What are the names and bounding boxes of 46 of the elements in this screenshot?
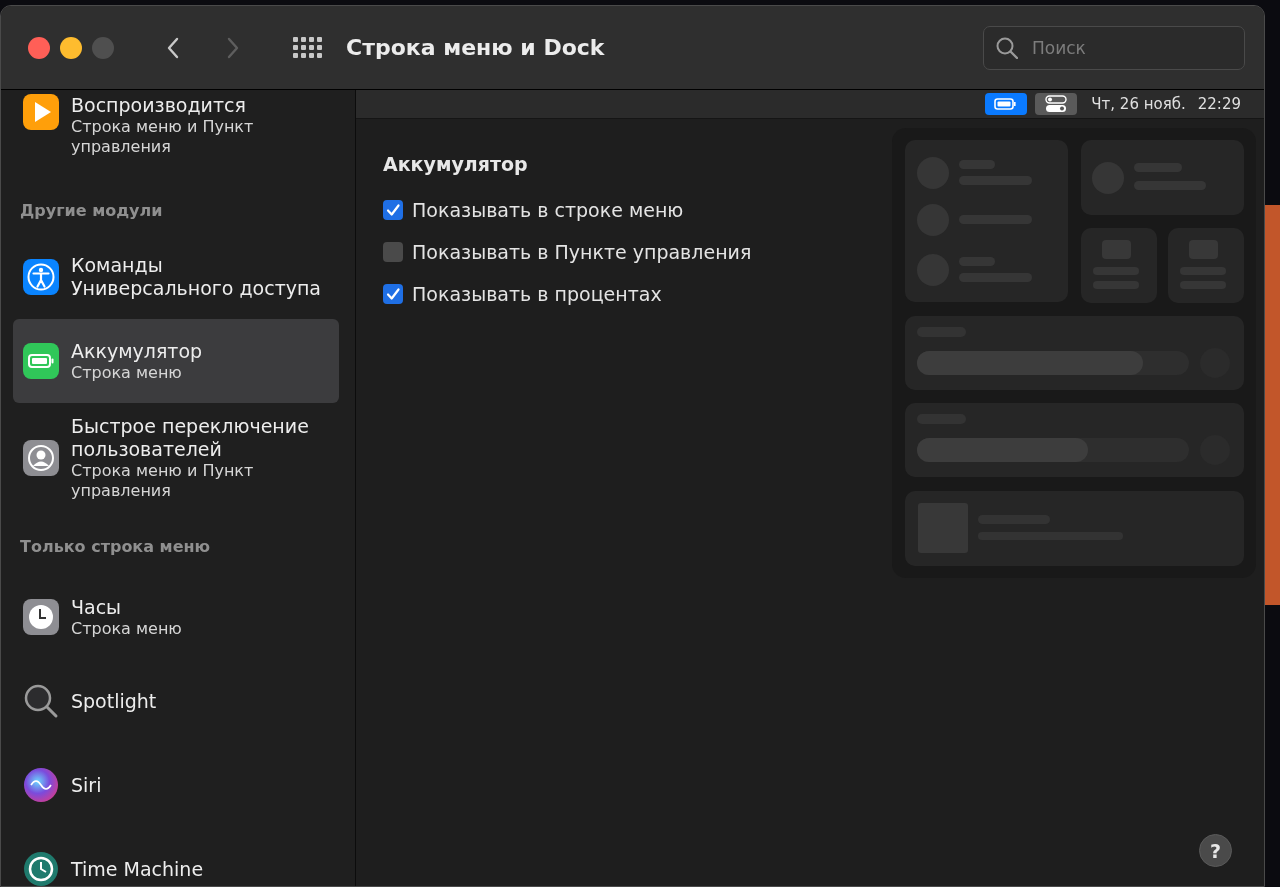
menu-bar-time: 22:29 [1197, 95, 1241, 113]
item-title: Spotlight [71, 689, 157, 713]
sidebar-item[interactable]: Spotlight [13, 659, 339, 743]
item-subtitle: Строка меню и Пункт управления [71, 117, 255, 157]
help-button[interactable]: ? [1199, 834, 1232, 867]
item-subtitle: Строка меню [71, 362, 183, 383]
sidebar-item[interactable]: Воспроизводится Строка меню и Пункт управления [13, 90, 339, 185]
item-title: Часы [71, 595, 123, 619]
item-subtitle: Строка меню и Пункт управления [71, 461, 255, 501]
checked-checkbox[interactable] [383, 284, 403, 304]
grid-icon[interactable] [293, 37, 322, 58]
play-icon [23, 94, 59, 130]
back-chevron-icon[interactable] [166, 35, 180, 60]
item-title: Time Machine [71, 857, 204, 881]
checkbox-option[interactable]: Показывать в Пункте управления [383, 239, 892, 265]
sidebar-item[interactable]: Команды Универсального доступа [13, 235, 339, 319]
sidebar-item[interactable]: Быстрое переключение пользователей Строка меню и Пункт управления [13, 403, 339, 513]
item-subtitle: Строка меню [71, 618, 182, 639]
close-button[interactable] [28, 36, 50, 59]
item-title: Команды Универсального доступа [71, 254, 322, 300]
sidebar-item[interactable]: Часы Строка меню [13, 575, 339, 659]
minimize-button[interactable] [60, 36, 82, 59]
sidebar-item[interactable]: Time Machine [13, 827, 339, 886]
user-icon [23, 440, 59, 476]
search-field[interactable]: Поиск [983, 25, 1245, 70]
battery-icon [23, 343, 59, 379]
item-title: Siri [71, 773, 102, 797]
accessibility-icon [23, 259, 59, 295]
checked-checkbox[interactable] [383, 200, 403, 220]
clock-icon [23, 599, 59, 635]
window-title: Строка меню и Dock [346, 35, 605, 60]
siri-icon [23, 767, 59, 803]
menu-bar-date: Чт, 26 нояб. [1091, 95, 1186, 113]
time-machine-icon [23, 851, 59, 886]
sidebar-item[interactable]: Аккумулятор Строка меню [13, 319, 339, 403]
item-title: Воспроизводится [71, 94, 247, 117]
section-heading: Аккумулятор [383, 153, 529, 175]
checkbox-option[interactable]: Показывать в строке меню [383, 197, 892, 223]
item-title: Быстрое переключение пользователей [71, 415, 310, 461]
magnifier-icon [23, 683, 59, 719]
section-header: Только строка меню [19, 535, 212, 558]
checkbox[interactable] [383, 242, 403, 262]
checkbox-option[interactable]: Показывать в процентах [383, 281, 892, 307]
sidebar-item[interactable]: Siri [13, 743, 339, 827]
section-header: Другие модули [19, 199, 164, 222]
item-title: Аккумулятор [71, 339, 203, 363]
